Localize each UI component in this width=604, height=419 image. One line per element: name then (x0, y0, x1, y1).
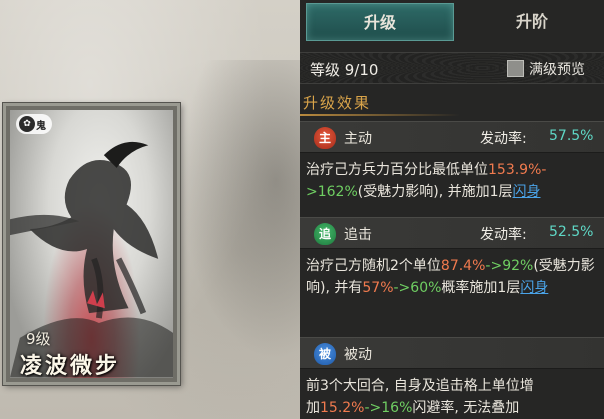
skill-type: 追击 (344, 227, 372, 243)
desc-text: (受魅力影响), 并施加1层 (357, 184, 513, 200)
desc-text: 概率施加1层 (441, 280, 521, 296)
trigger-rate-label: 发动率: (480, 227, 527, 243)
new-value: >162% (306, 184, 358, 200)
skill-header: 主 主动 发动率: 57.5% (300, 121, 604, 153)
skill-description: 前3个大回合, 自身及追击格上单位增 加15.2%->16%闪避率, 无法叠加 (306, 375, 602, 419)
value-separator: - (541, 162, 547, 178)
new-value: ->16% (364, 400, 413, 416)
active-flame-icon: 主 (314, 127, 336, 149)
trigger-rate-value: 57.5% (549, 128, 594, 144)
max-level-preview-checkbox[interactable] (507, 60, 524, 77)
old-value: 15.2% (320, 400, 365, 416)
skill-header: 被 被动 (300, 337, 604, 369)
skill-header: 追 追击 发动率: 52.5% (300, 217, 604, 249)
skill-description: 治疗己方随机2个单位87.4%->92%(受魅力影响), 并有57%->60%概… (306, 255, 602, 299)
level-bar: 等级 9/10 满级预览 (300, 52, 604, 84)
ink-splash (180, 60, 300, 360)
dodge-status-link[interactable]: 闪身 (513, 184, 541, 200)
old-value: 153.9% (488, 162, 542, 178)
card-faction-badge: ✿ 鬼 (16, 114, 52, 134)
desc-text: 加 (306, 400, 320, 416)
trigger-rate-label: 发动率: (480, 131, 527, 147)
new-value: ->60% (393, 280, 442, 296)
skill-type: 被动 (344, 347, 372, 363)
title-divider (300, 114, 460, 116)
skill-description: 治疗己方兵力百分比最低单位153.9%- >162%(受魅力影响), 并施加1层闪… (306, 159, 602, 203)
max-level-preview-label[interactable]: 满级预览 (529, 59, 585, 79)
old-value: 87.4% (440, 258, 486, 274)
tab-upgrade[interactable]: 升级 (306, 3, 454, 41)
new-value: ->92% (485, 258, 534, 274)
upgrade-effect-title: 升级效果 (303, 94, 372, 112)
old-value: 57% (362, 280, 394, 296)
tab-bar: 升级 升阶 (300, 0, 604, 44)
skill-card-art-frame: ✿ 鬼 9级 凌波微步 (10, 110, 173, 378)
upgrade-panel: 升级 升阶 等级 9/10 满级预览 升级效果 主 主动 发动率: 57.5% … (300, 0, 604, 419)
card-skill-name: 凌波微步 (20, 353, 121, 378)
passive-flame-icon: 被 (314, 343, 336, 365)
skill-type: 主动 (344, 131, 372, 147)
faction-seal-icon: ✿ (19, 116, 35, 132)
level-text: 等级 9/10 (310, 61, 379, 79)
desc-text: 治疗己方随机2个单位 (306, 258, 441, 274)
trigger-rate-value: 52.5% (549, 224, 594, 240)
card-level: 9级 (26, 330, 51, 348)
dodge-status-link[interactable]: 闪身 (520, 280, 548, 296)
tab-advance[interactable]: 升阶 (460, 3, 604, 41)
chase-flame-icon: 追 (314, 223, 336, 245)
desc-text: 前3个大回合, 自身及追击格上单位增 (306, 378, 534, 394)
desc-text: 治疗己方兵力百分比最低单位 (306, 162, 488, 178)
desc-text: 闪避率, 无法叠加 (412, 400, 520, 416)
card-badge-text: 鬼 (36, 120, 46, 132)
skill-card[interactable]: ✿ 鬼 9级 凌波微步 (3, 103, 180, 385)
